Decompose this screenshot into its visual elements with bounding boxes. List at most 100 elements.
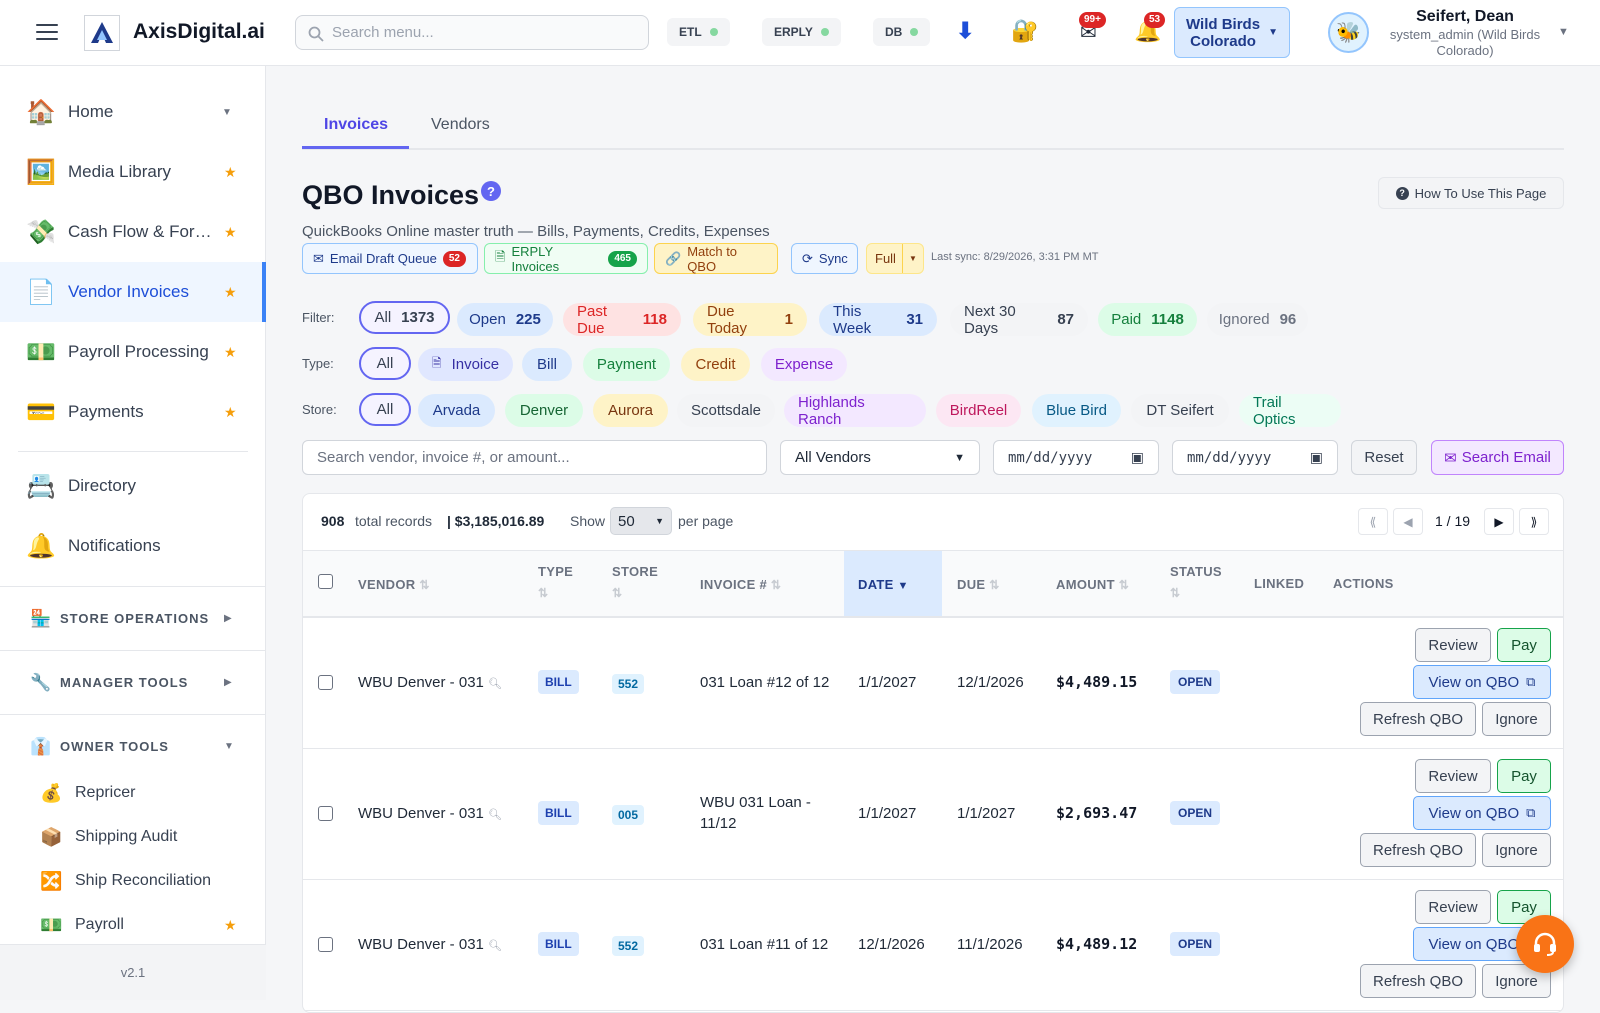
next-page-icon[interactable]: ▶ — [1484, 508, 1514, 535]
refresh-qbo-button[interactable]: Refresh QBO — [1360, 833, 1476, 867]
row-vendor[interactable]: WBU Denver - 031 🔍︎ — [358, 803, 502, 826]
type-chip-credit[interactable]: Credit — [681, 348, 750, 381]
store-chip-trail-optics[interactable]: Trail Optics — [1239, 394, 1341, 428]
star-icon[interactable]: ★ — [224, 224, 237, 241]
filter-chip-past-due[interactable]: Past Due 118 — [563, 303, 681, 337]
sidebar-item-media-library[interactable]: 🖼️ Media Library ★ — [0, 142, 266, 202]
filter-chip-paid[interactable]: Paid 1148 — [1098, 303, 1197, 336]
erply-status[interactable]: ERPLY — [762, 18, 841, 46]
star-icon[interactable]: ★ — [224, 344, 237, 361]
ignore-button[interactable]: Ignore — [1482, 702, 1551, 736]
sidebar-item-payments[interactable]: 💳 Payments ★ — [0, 382, 266, 442]
sidebar-item-vendor-invoices[interactable]: 📄 Vendor Invoices ★ — [0, 262, 266, 322]
avatar[interactable]: 🐝 — [1328, 12, 1369, 53]
sidebar-item-repricer[interactable]: 💰 Repricer — [0, 771, 266, 815]
col-invoice[interactable]: INVOICE # ⇅ — [700, 574, 781, 596]
store-selector-button[interactable]: Wild Birds Colorado ▼ — [1174, 7, 1290, 58]
store-chip-denver[interactable]: Denver — [505, 394, 583, 427]
col-type[interactable]: TYPE ⇅ — [538, 561, 573, 604]
table-row[interactable]: WBU Denver - 031 🔍︎ BILL 552 031 Loan #1… — [303, 880, 1563, 1011]
brand-logo[interactable] — [84, 15, 120, 51]
pay-button[interactable]: Pay — [1497, 759, 1551, 793]
store-chip-dt-seifert[interactable]: DT Seifert — [1131, 394, 1229, 427]
last-page-icon[interactable]: ⟫ — [1519, 508, 1549, 535]
menu-search-input[interactable]: Search menu... — [295, 15, 649, 50]
hamburger-menu-icon[interactable] — [36, 24, 58, 40]
filter-chip-this-week[interactable]: This Week 31 — [819, 303, 937, 337]
row-checkbox[interactable] — [318, 806, 333, 821]
col-amount[interactable]: AMOUNT ⇅ — [1056, 574, 1129, 596]
per-page-select[interactable]: 50 ▼ — [610, 507, 672, 535]
etl-status[interactable]: ETL — [667, 18, 730, 46]
sidebar-item-payroll[interactable]: 💵 Payroll ★ — [0, 903, 266, 947]
pay-button[interactable]: Pay — [1497, 628, 1551, 662]
col-vendor[interactable]: VENDOR ⇅ — [358, 574, 430, 596]
sidebar-item-cash-flow[interactable]: 💸 Cash Flow & For… ★ — [0, 202, 266, 262]
star-icon[interactable]: ★ — [224, 164, 237, 181]
store-chip-arvada[interactable]: Arvada — [418, 394, 495, 427]
support-headset-button[interactable] — [1516, 915, 1574, 973]
how-to-button[interactable]: ? How To Use This Page — [1378, 177, 1564, 209]
star-icon[interactable]: ★ — [224, 284, 237, 301]
search-icon[interactable]: 🔍︎ — [488, 678, 502, 690]
sidebar-item-payroll-processing[interactable]: 💵 Payroll Processing ★ — [0, 322, 266, 382]
star-icon[interactable]: ★ — [224, 917, 237, 934]
view-on-qbo-button[interactable]: View on QBO ⧉ — [1413, 796, 1551, 830]
date-to-input[interactable]: mm/dd/yyyy ▣ — [1172, 440, 1338, 475]
type-chip-all[interactable]: All — [359, 347, 411, 380]
first-page-icon[interactable]: ⟪ — [1358, 508, 1388, 535]
type-chip-payment[interactable]: Payment — [583, 348, 670, 381]
search-icon[interactable]: 🔍︎ — [488, 809, 502, 821]
row-checkbox[interactable] — [318, 937, 333, 952]
filter-chip-open[interactable]: Open 225 — [457, 303, 553, 336]
store-chip-scottsdale[interactable]: Scottsdale — [677, 394, 775, 427]
erply-invoices-button[interactable]: 🗎 ERPLY Invoices 465 — [484, 243, 648, 274]
row-vendor[interactable]: WBU Denver - 031 🔍︎ — [358, 934, 502, 957]
reset-button[interactable]: Reset — [1351, 440, 1417, 475]
sidebar-section-manager-tools[interactable]: 🔧 MANAGER TOOLS ▶ — [0, 650, 266, 714]
type-chip-expense[interactable]: Expense — [761, 348, 847, 381]
row-checkbox[interactable] — [318, 675, 333, 690]
help-icon[interactable]: ? — [481, 181, 501, 201]
filter-chip-all[interactable]: All 1373 — [359, 301, 450, 334]
col-date[interactable]: DATE ▼ — [858, 574, 909, 597]
user-menu-chevron-icon[interactable]: ▼ — [1558, 26, 1569, 38]
filter-chip-next-30-days[interactable]: Next 30 Days 87 — [950, 303, 1088, 337]
table-row[interactable]: WBU Denver - 031 🔍︎ BILL 005 WBU 031 Loa… — [303, 749, 1563, 880]
select-all-checkbox[interactable] — [318, 574, 333, 589]
review-button[interactable]: Review — [1415, 759, 1491, 793]
sidebar-section-store-operations[interactable]: 🏪 STORE OPERATIONS ▶ — [0, 586, 266, 650]
download-icon[interactable]: ⬇ — [956, 18, 974, 44]
search-email-button[interactable]: ✉ Search Email — [1431, 440, 1564, 475]
store-chip-all[interactable]: All — [359, 393, 411, 426]
table-row[interactable]: WBU Denver - 031 🔍︎ BILL 552 031 Loan #1… — [303, 618, 1563, 749]
sidebar-section-owner-tools[interactable]: 👔 OWNER TOOLS ▼ — [0, 714, 266, 778]
col-due[interactable]: DUE ⇅ — [957, 574, 1000, 596]
filter-chip-ignored[interactable]: Ignored 96 — [1207, 303, 1308, 336]
lock-icon[interactable]: 🔐 — [1011, 18, 1038, 44]
tab-vendors[interactable]: Vendors — [431, 116, 490, 134]
sync-mode-select[interactable]: Full ▼ — [866, 243, 924, 274]
sync-button[interactable]: ⟳ Sync — [791, 243, 858, 274]
type-chip-invoice[interactable]: 🗎 Invoice — [418, 348, 513, 381]
sidebar-item-notifications[interactable]: 🔔 Notifications — [0, 516, 266, 576]
refresh-qbo-button[interactable]: Refresh QBO — [1360, 702, 1476, 736]
db-status[interactable]: DB — [873, 18, 931, 46]
sidebar-item-home[interactable]: 🏠 Home ▼ — [0, 82, 266, 142]
store-chip-birdreel[interactable]: BirdReel — [936, 394, 1021, 427]
store-chip-highlands-ranch[interactable]: Highlands Ranch — [784, 394, 926, 428]
review-button[interactable]: Review — [1415, 890, 1491, 924]
tab-invoices[interactable]: Invoices — [324, 116, 388, 134]
type-chip-bill[interactable]: Bill — [522, 348, 572, 381]
row-vendor[interactable]: WBU Denver - 031 🔍︎ — [358, 672, 502, 695]
vendor-select[interactable]: All Vendors ▼ — [780, 440, 980, 475]
col-status[interactable]: STATUS ⇅ — [1170, 561, 1222, 604]
search-icon[interactable]: 🔍︎ — [488, 940, 502, 952]
store-chip-aurora[interactable]: Aurora — [593, 394, 668, 427]
filter-chip-due-today[interactable]: Due Today 1 — [693, 303, 807, 337]
vendor-search-input[interactable]: Search vendor, invoice #, or amount... — [302, 440, 767, 475]
date-from-input[interactable]: mm/dd/yyyy ▣ — [993, 440, 1159, 475]
star-icon[interactable]: ★ — [224, 404, 237, 421]
prev-page-icon[interactable]: ◀ — [1393, 508, 1423, 535]
store-chip-blue-bird[interactable]: Blue Bird — [1032, 394, 1121, 427]
